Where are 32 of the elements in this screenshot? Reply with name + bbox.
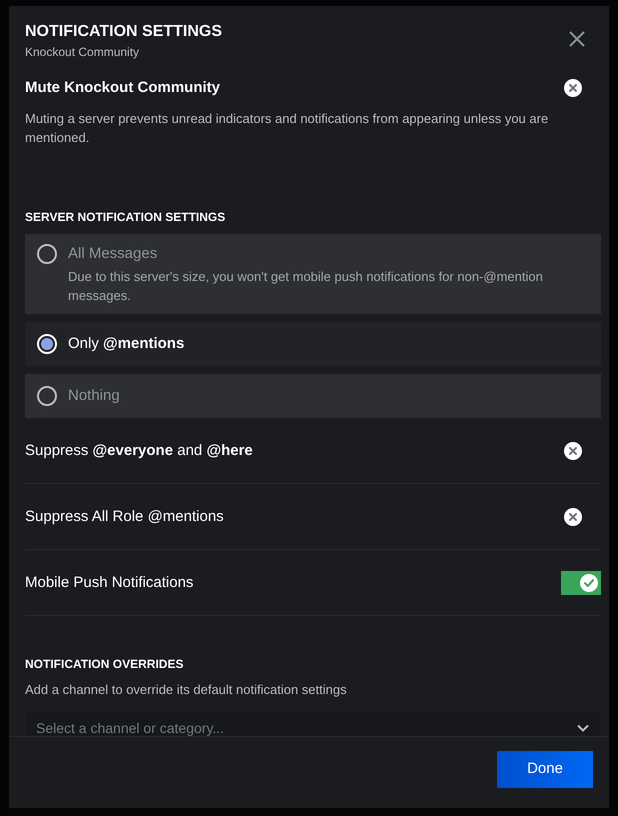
chevron-down-icon [577, 724, 589, 732]
mute-label: Mute Knockout Community [25, 78, 220, 98]
done-button[interactable]: Done [497, 751, 593, 788]
toggle-switch[interactable] [564, 508, 582, 526]
check-icon [584, 578, 594, 586]
x-icon [569, 512, 577, 520]
close-button[interactable] [569, 31, 585, 47]
option-description: Due to this server's size, you won't get mobile push notifications for non-@mention messages. [68, 268, 544, 305]
option-label: Only @mentions [68, 334, 184, 354]
toggle-switch[interactable] [564, 79, 582, 97]
radio-option[interactable]: Nothing [25, 374, 601, 418]
option-label: Nothing [68, 386, 120, 406]
toggle-switch[interactable] [564, 442, 582, 460]
option-label: All Messages [68, 244, 158, 264]
toggle-label: Suppress @everyone and @here [25, 440, 253, 460]
radio-button[interactable] [37, 386, 57, 406]
radio-option[interactable]: All Messages Due to this server's size, you won't get mobile push notifications for non-@mention messages. [25, 234, 601, 314]
radio-button[interactable] [37, 244, 57, 264]
x-icon [569, 84, 577, 92]
dialog-title: NOTIFICATION SETTINGS [25, 22, 222, 42]
close-icon [569, 31, 585, 47]
radio-option[interactable]: Only @mentions [25, 322, 601, 366]
mute-description: Muting a server prevents unread indicators and notifications from appearing unless you are mentioned. [25, 110, 550, 147]
section-heading: NOTIFICATION OVERRIDES [25, 656, 184, 672]
toggle-label: Suppress All Role @mentions [25, 506, 224, 526]
dialog-subtitle: Knockout Community [25, 44, 140, 60]
section-heading: SERVER NOTIFICATION SETTINGS [25, 209, 226, 225]
toggle-switch[interactable] [561, 570, 601, 594]
x-icon [569, 446, 577, 454]
channel-select[interactable]: Select a channel or category... [25, 710, 601, 736]
toggle-label: Mobile Push Notifications [25, 572, 194, 592]
overrides-description: Add a channel to override its default notification settings [25, 681, 348, 699]
